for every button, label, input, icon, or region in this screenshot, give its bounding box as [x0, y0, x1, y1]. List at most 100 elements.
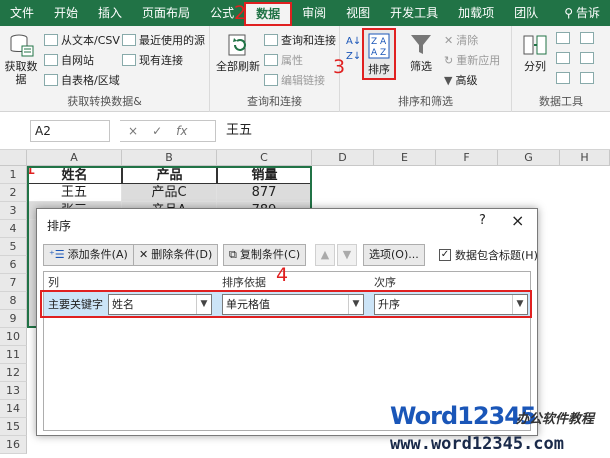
row-header[interactable]: 16: [0, 436, 27, 454]
col-header-e[interactable]: E: [374, 150, 436, 166]
col-header-f[interactable]: F: [436, 150, 498, 166]
watermark-url: www.word12345.com: [390, 434, 564, 454]
column-header-order: 次序: [374, 276, 396, 289]
tab-home[interactable]: 开始: [44, 0, 88, 26]
row-header[interactable]: 9: [0, 310, 27, 328]
tab-page-layout[interactable]: 页面布局: [132, 0, 200, 26]
checkbox-checked-icon: ✓: [439, 249, 451, 261]
tab-review[interactable]: 审阅: [292, 0, 336, 26]
insert-function-icon[interactable]: fx: [176, 124, 187, 138]
properties-icon: [264, 54, 278, 66]
link-icon: [264, 74, 278, 86]
row-header[interactable]: 6: [0, 256, 27, 274]
relationships-button[interactable]: [580, 52, 594, 64]
cancel-icon[interactable]: ×: [128, 124, 138, 138]
consolidate-icon: [580, 32, 594, 44]
recent-icon: [122, 34, 136, 46]
sort-az-small-icon[interactable]: A↓ Z↓: [346, 34, 361, 64]
clear-filter-button[interactable]: ✕ 清除: [444, 32, 478, 48]
column-header-basis: 排序依据: [222, 276, 266, 289]
sort-button[interactable]: Z A A Z 排序: [362, 28, 396, 80]
svg-text:Z A: Z A: [371, 37, 387, 47]
col-header-d[interactable]: D: [312, 150, 374, 166]
copy-level-button[interactable]: ⧉ 复制条件(C): [223, 244, 307, 266]
properties-button[interactable]: 属性: [264, 52, 303, 68]
queries-connections-button[interactable]: 查询和连接: [264, 32, 336, 48]
col-header-h[interactable]: H: [560, 150, 610, 166]
row-header[interactable]: 11: [0, 346, 27, 364]
col-header-a[interactable]: A: [27, 150, 122, 166]
has-headers-checkbox[interactable]: ✓ 数据包含标题(H): [439, 247, 538, 263]
name-box[interactable]: A2: [30, 120, 110, 142]
enter-icon[interactable]: ✓: [152, 124, 162, 138]
manage-model-button[interactable]: [580, 72, 594, 84]
row-header[interactable]: 10: [0, 328, 27, 346]
tell-me-button[interactable]: ⚲ 告诉: [554, 0, 610, 26]
tab-addins[interactable]: 加载项: [448, 0, 504, 26]
lightbulb-icon: ⚲: [564, 6, 573, 20]
tab-insert[interactable]: 插入: [88, 0, 132, 26]
step-marker-4: 4: [276, 264, 289, 286]
reapply-button[interactable]: ↻ 重新应用: [444, 52, 500, 68]
tab-developer[interactable]: 开发工具: [380, 0, 448, 26]
close-button[interactable]: ×: [511, 211, 524, 230]
from-table-button[interactable]: 自表格/区域: [44, 72, 120, 88]
add-level-icon: ⁺☰: [49, 248, 65, 261]
delete-level-button[interactable]: ✕ 删除条件(D): [133, 244, 219, 266]
row-header[interactable]: 15: [0, 418, 27, 436]
clear-icon: ✕: [444, 33, 454, 47]
tab-view[interactable]: 视图: [336, 0, 380, 26]
col-header-c[interactable]: C: [217, 150, 312, 166]
select-all-corner[interactable]: [0, 150, 27, 166]
move-down-button[interactable]: ▼: [337, 244, 357, 266]
refresh-all-button[interactable]: 全部刷新: [214, 32, 262, 73]
edit-links-button[interactable]: 编辑链接: [264, 72, 325, 88]
group-sort-filter-label: 排序和筛选: [398, 95, 453, 108]
add-level-button[interactable]: ⁺☰ 添加条件(A): [43, 244, 134, 266]
tab-data[interactable]: 数据: [244, 2, 293, 26]
remove-duplicates-button[interactable]: [556, 52, 570, 64]
row-header[interactable]: 5: [0, 238, 27, 256]
duplicates-icon: [556, 52, 570, 64]
relationships-icon: [580, 52, 594, 64]
row-header[interactable]: 1: [0, 166, 27, 184]
move-up-button[interactable]: ▲: [315, 244, 335, 266]
table-cell[interactable]: 877: [217, 184, 312, 202]
model-icon: [580, 72, 594, 84]
row-header[interactable]: 14: [0, 400, 27, 418]
col-header-b[interactable]: B: [122, 150, 217, 166]
cell-header-product[interactable]: 产品: [122, 166, 217, 184]
consolidate-button[interactable]: [580, 32, 594, 44]
row-header[interactable]: 4: [0, 220, 27, 238]
text-to-columns-button[interactable]: 分列: [520, 32, 550, 73]
table-cell[interactable]: 王五: [27, 184, 122, 202]
formula-input[interactable]: 王五: [226, 120, 252, 142]
flash-fill-button[interactable]: [556, 32, 570, 44]
col-header-g[interactable]: G: [498, 150, 560, 166]
tab-file[interactable]: 文件: [0, 0, 44, 26]
filter-button[interactable]: 筛选: [406, 32, 436, 73]
connections-icon: [122, 54, 136, 66]
existing-connections-button[interactable]: 现有连接: [122, 52, 183, 68]
row-header[interactable]: 12: [0, 364, 27, 382]
get-data-label: 获取数 据: [4, 60, 38, 86]
row-header[interactable]: 13: [0, 382, 27, 400]
advanced-filter-button[interactable]: ▼ 高级: [444, 72, 477, 88]
delete-level-label: 删除条件(D): [151, 248, 213, 261]
options-button[interactable]: 选项(O)...: [363, 244, 425, 266]
get-data-button[interactable]: 获取数 据: [3, 32, 39, 86]
from-text-csv-button[interactable]: 从文本/CSV: [44, 32, 120, 48]
row-header[interactable]: 2: [0, 184, 27, 202]
help-button[interactable]: ?: [479, 213, 486, 228]
row-header[interactable]: 8: [0, 292, 27, 310]
tab-team[interactable]: 团队: [504, 0, 548, 26]
table-cell[interactable]: 产品C: [122, 184, 217, 202]
from-web-button[interactable]: 自网站: [44, 52, 94, 68]
cell-header-name[interactable]: 姓名: [27, 166, 122, 184]
row-header[interactable]: 3: [0, 202, 27, 220]
recent-sources-button[interactable]: 最近使用的源: [122, 32, 205, 48]
data-validation-button[interactable]: [556, 72, 570, 84]
row-header[interactable]: 7: [0, 274, 27, 292]
reapply-icon: ↻: [444, 53, 454, 67]
cell-header-sales[interactable]: 销量: [217, 166, 312, 184]
